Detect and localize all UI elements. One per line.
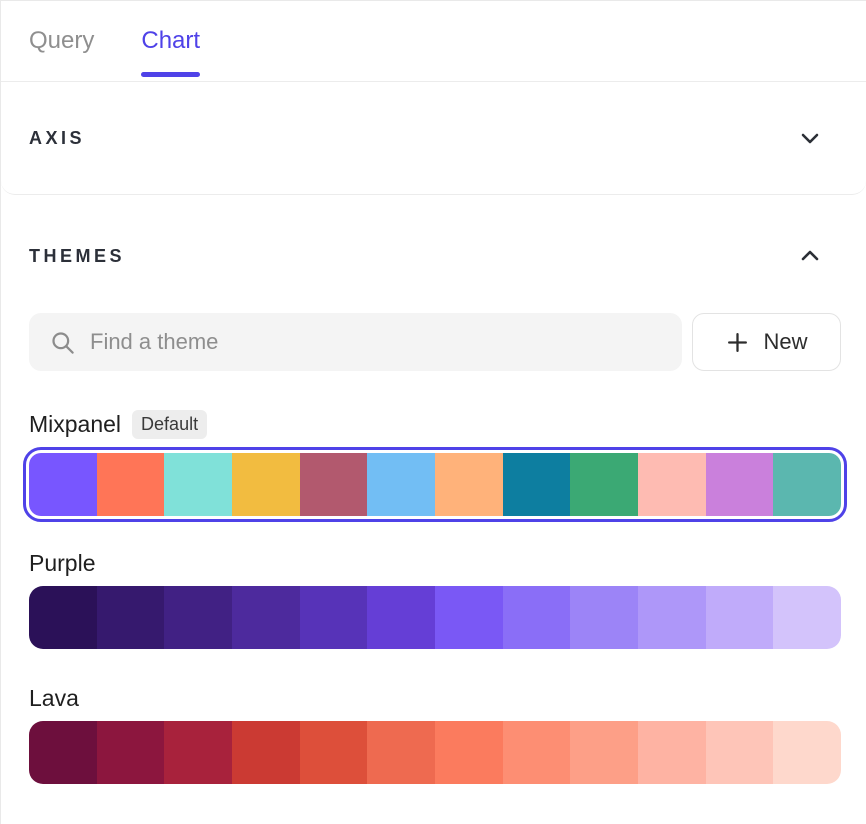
color-swatch <box>367 453 435 516</box>
tab-bar: Query Chart <box>1 1 866 82</box>
theme-swatches[interactable] <box>23 447 847 522</box>
theme-swatch-row <box>29 453 841 516</box>
theme-label-row: Purple <box>29 546 841 580</box>
plus-icon <box>725 330 750 355</box>
color-swatch <box>97 721 165 784</box>
color-swatch <box>435 453 503 516</box>
color-swatch <box>706 586 774 649</box>
theme-item[interactable]: Purple <box>29 546 841 649</box>
theme-search-box[interactable] <box>29 313 682 371</box>
theme-label-row: Mixpanel Default <box>29 407 841 441</box>
color-swatch <box>638 721 706 784</box>
tab-query[interactable]: Query <box>29 1 94 81</box>
theme-name: Lava <box>29 685 79 712</box>
themes-section-header[interactable]: THEMES <box>1 195 866 269</box>
theme-list: Mixpanel Default Purple Lava Mist <box>29 407 841 824</box>
color-swatch <box>503 586 571 649</box>
axis-section-title: AXIS <box>29 125 85 151</box>
color-swatch <box>164 586 232 649</box>
color-swatch <box>300 453 368 516</box>
themes-section: THEMES New Mixpanel Defa <box>1 195 866 824</box>
color-swatch <box>570 586 638 649</box>
active-tab-underline <box>141 72 200 77</box>
theme-swatch-row <box>29 586 841 649</box>
color-swatch <box>97 453 165 516</box>
theme-name: Mist <box>29 820 71 824</box>
axis-section-header[interactable]: AXIS <box>1 82 866 195</box>
theme-name: Purple <box>29 550 95 577</box>
chevron-down-icon[interactable] <box>798 126 822 150</box>
chart-settings-panel: Query Chart AXIS THEMES <box>0 0 866 824</box>
new-theme-button[interactable]: New <box>692 313 841 371</box>
theme-item[interactable]: Mist <box>29 816 841 824</box>
tab-query-label: Query <box>29 27 94 55</box>
color-swatch <box>367 586 435 649</box>
color-swatch <box>638 586 706 649</box>
new-theme-button-label: New <box>763 329 807 355</box>
theme-label-row: Lava <box>29 681 841 715</box>
color-swatch <box>29 586 97 649</box>
color-swatch <box>706 453 774 516</box>
color-swatch <box>773 586 841 649</box>
search-icon <box>49 329 76 356</box>
color-swatch <box>503 721 571 784</box>
color-swatch <box>773 721 841 784</box>
chevron-up-icon[interactable] <box>798 244 822 268</box>
color-swatch <box>232 453 300 516</box>
color-swatch <box>300 721 368 784</box>
color-swatch <box>164 721 232 784</box>
theme-name: Mixpanel <box>29 411 121 438</box>
color-swatch <box>638 453 706 516</box>
color-swatch <box>435 721 503 784</box>
theme-swatch-row <box>29 721 841 784</box>
color-swatch <box>367 721 435 784</box>
themes-section-title: THEMES <box>29 243 125 269</box>
color-swatch <box>570 721 638 784</box>
color-swatch <box>300 586 368 649</box>
color-swatch <box>435 586 503 649</box>
color-swatch <box>503 453 571 516</box>
tab-chart-label: Chart <box>141 27 200 55</box>
color-swatch <box>29 453 97 516</box>
theme-label-row: Mist <box>29 816 841 824</box>
theme-default-badge: Default <box>132 410 207 439</box>
theme-swatches[interactable] <box>29 586 841 649</box>
color-swatch <box>706 721 774 784</box>
theme-search-input[interactable] <box>90 329 666 355</box>
theme-item[interactable]: Mixpanel Default <box>29 407 841 522</box>
color-swatch <box>232 721 300 784</box>
theme-search-row: New <box>29 313 841 371</box>
tab-chart[interactable]: Chart <box>141 1 200 81</box>
color-swatch <box>29 721 97 784</box>
color-swatch <box>164 453 232 516</box>
color-swatch <box>97 586 165 649</box>
color-swatch <box>570 453 638 516</box>
theme-item[interactable]: Lava <box>29 681 841 784</box>
color-swatch <box>232 586 300 649</box>
theme-swatches[interactable] <box>29 721 841 784</box>
color-swatch <box>773 453 841 516</box>
